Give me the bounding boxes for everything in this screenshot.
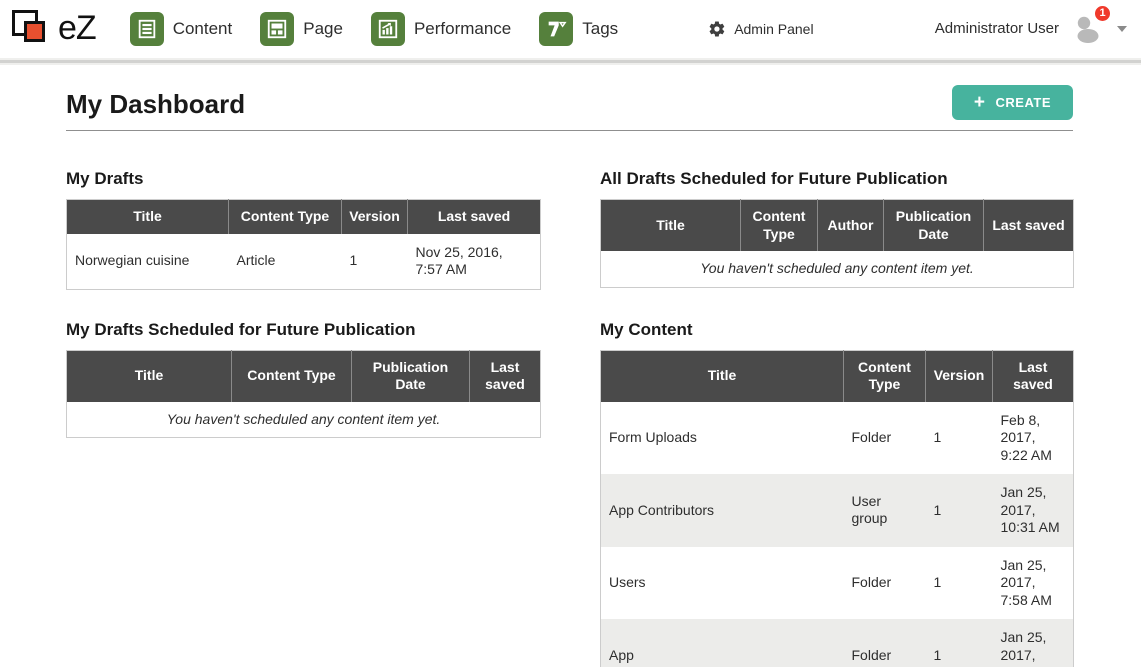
column-header-last-saved: Last saved xyxy=(993,350,1074,402)
header-divider xyxy=(0,57,1141,67)
create-button[interactable]: + CREATE xyxy=(952,85,1073,120)
cell-title: Norwegian cuisine xyxy=(67,234,229,290)
section-title-all-drafts-scheduled: All Drafts Scheduled for Future Publicat… xyxy=(600,169,1073,189)
admin-panel-button[interactable]: Admin Panel xyxy=(708,20,813,38)
section-all-drafts-scheduled: All Drafts Scheduled for Future Publicat… xyxy=(600,169,1073,288)
section-my-content: My Content Title Content Type Version La… xyxy=(600,320,1073,667)
cell-title: Users xyxy=(601,547,844,620)
empty-state-message: You haven't scheduled any content item y… xyxy=(67,402,541,438)
nav-item-content[interactable]: Content xyxy=(130,12,233,46)
table-row[interactable]: App Folder 1 Jan 25, 2017, 7:55 AM xyxy=(601,619,1074,667)
user-name: Administrator User xyxy=(935,20,1059,37)
create-button-label: CREATE xyxy=(996,95,1051,110)
nav-item-tags[interactable]: Tags xyxy=(539,12,618,46)
cell-last-saved: Feb 8, 2017, 9:22 AM xyxy=(993,402,1074,475)
plus-icon: + xyxy=(974,96,986,109)
top-navigation-bar: eZ Content Page Performance Tags xyxy=(0,0,1141,57)
ez-logo-text: eZ xyxy=(58,9,96,48)
column-header-title: Title xyxy=(67,350,232,402)
gear-icon xyxy=(708,20,726,38)
column-header-version: Version xyxy=(342,200,408,234)
cell-last-saved: Jan 25, 2017, 7:58 AM xyxy=(993,547,1074,620)
column-header-last-saved: Last saved xyxy=(470,350,541,402)
cell-title: App Contributors xyxy=(601,474,844,547)
cell-content-type: Folder xyxy=(844,619,926,667)
column-header-publication-date: Publication Date xyxy=(352,350,470,402)
tags-icon xyxy=(539,12,573,46)
column-header-publication-date: Publication Date xyxy=(884,200,984,252)
cell-content-type: Article xyxy=(229,234,342,290)
cell-version: 1 xyxy=(342,234,408,290)
page-title: My Dashboard xyxy=(66,89,245,120)
performance-chart-icon xyxy=(371,12,405,46)
table-header-row: Title Content Type Author Publication Da… xyxy=(601,200,1074,252)
column-header-version: Version xyxy=(926,350,993,402)
table-row[interactable]: Users Folder 1 Jan 25, 2017, 7:58 AM xyxy=(601,547,1074,620)
page-layout-icon xyxy=(260,12,294,46)
table-row[interactable]: Form Uploads Folder 1 Feb 8, 2017, 9:22 … xyxy=(601,402,1074,475)
cell-title: Form Uploads xyxy=(601,402,844,475)
section-my-drafts: My Drafts Title Content Type Version Las… xyxy=(66,169,540,290)
cell-version: 1 xyxy=(926,547,993,620)
column-header-content-type: Content Type xyxy=(232,350,352,402)
cell-version: 1 xyxy=(926,619,993,667)
column-header-last-saved: Last saved xyxy=(984,200,1074,252)
column-header-content-type: Content Type xyxy=(229,200,342,234)
column-header-title: Title xyxy=(67,200,229,234)
chevron-down-icon[interactable] xyxy=(1117,26,1127,32)
my-content-table: Title Content Type Version Last saved Fo… xyxy=(600,350,1074,667)
cell-title: App xyxy=(601,619,844,667)
column-header-title: Title xyxy=(601,350,844,402)
section-title-my-drafts: My Drafts xyxy=(66,169,540,189)
empty-state-row: You haven't scheduled any content item y… xyxy=(67,402,541,438)
ez-logo[interactable]: eZ xyxy=(10,8,96,50)
table-row[interactable]: Norwegian cuisine Article 1 Nov 25, 2016… xyxy=(67,234,541,290)
dashboard-page: My Dashboard + CREATE My Drafts Title Co… xyxy=(0,67,1141,667)
nav-label-content: Content xyxy=(173,19,233,39)
section-my-drafts-scheduled: My Drafts Scheduled for Future Publicati… xyxy=(66,320,540,439)
table-header-row: Title Content Type Version Last saved xyxy=(67,200,541,234)
column-header-author: Author xyxy=(818,200,884,252)
empty-state-row: You haven't scheduled any content item y… xyxy=(601,251,1074,287)
my-drafts-table: Title Content Type Version Last saved No… xyxy=(66,199,541,290)
nav-item-performance[interactable]: Performance xyxy=(371,12,511,46)
cell-content-type: Folder xyxy=(844,547,926,620)
cell-last-saved: Nov 25, 2016, 7:57 AM xyxy=(408,234,541,290)
cell-last-saved: Jan 25, 2017, 10:31 AM xyxy=(993,474,1074,547)
ez-logo-icon xyxy=(10,8,54,50)
column-header-content-type: Content Type xyxy=(844,350,926,402)
cell-content-type: User group xyxy=(844,474,926,547)
dashboard-grid: My Drafts Title Content Type Version Las… xyxy=(66,169,1073,667)
nav-label-tags: Tags xyxy=(582,19,618,39)
my-drafts-scheduled-table: Title Content Type Publication Date Last… xyxy=(66,350,541,439)
column-header-last-saved: Last saved xyxy=(408,200,541,234)
notification-badge[interactable]: 1 xyxy=(1093,4,1112,23)
content-list-icon xyxy=(130,12,164,46)
user-menu[interactable]: Administrator User 1 xyxy=(935,13,1127,45)
column-header-content-type: Content Type xyxy=(741,200,818,252)
cell-content-type: Folder xyxy=(844,402,926,475)
cell-last-saved: Jan 25, 2017, 7:55 AM xyxy=(993,619,1074,667)
cell-version: 1 xyxy=(926,474,993,547)
admin-panel-label: Admin Panel xyxy=(734,21,813,37)
table-row[interactable]: App Contributors User group 1 Jan 25, 20… xyxy=(601,474,1074,547)
nav-label-page: Page xyxy=(303,19,343,39)
avatar[interactable]: 1 xyxy=(1069,13,1105,45)
all-drafts-scheduled-table: Title Content Type Author Publication Da… xyxy=(600,199,1074,288)
cell-version: 1 xyxy=(926,402,993,475)
table-header-row: Title Content Type Publication Date Last… xyxy=(67,350,541,402)
page-header: My Dashboard + CREATE xyxy=(66,89,1073,131)
empty-state-message: You haven't scheduled any content item y… xyxy=(601,251,1074,287)
table-header-row: Title Content Type Version Last saved xyxy=(601,350,1074,402)
section-title-my-content: My Content xyxy=(600,320,1073,340)
section-title-my-drafts-scheduled: My Drafts Scheduled for Future Publicati… xyxy=(66,320,540,340)
column-header-title: Title xyxy=(601,200,741,252)
nav-item-page[interactable]: Page xyxy=(260,12,343,46)
nav-label-performance: Performance xyxy=(414,19,511,39)
main-nav: Content Page Performance Tags xyxy=(130,12,619,46)
